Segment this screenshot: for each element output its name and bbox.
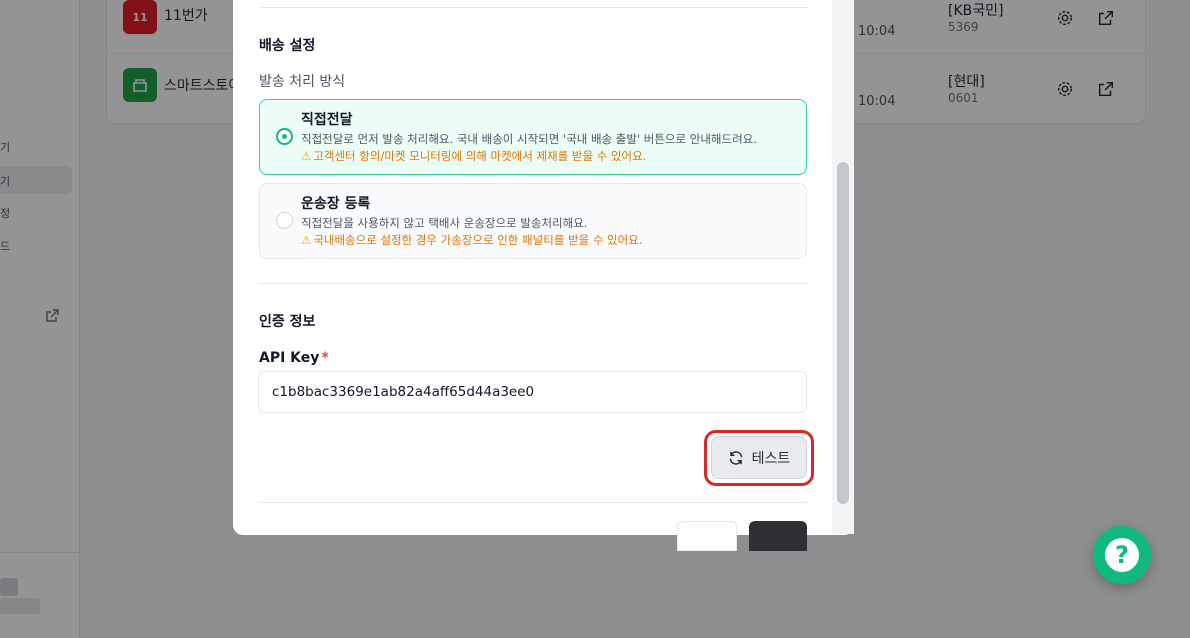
option-description: 직접전달을 사용하지 않고 택배사 운송장으로 발송처리해요. [301, 216, 588, 230]
option-description: 직접전달로 먼저 발송 처리해요. 국내 배송이 시작되면 '국내 배송 출발'… [301, 132, 757, 146]
auth-section-title: 인증 정보 [259, 314, 316, 330]
option-warning: ⚠ 고객센터 항의/마켓 모니터링에 의해 마켓에서 제재를 받을 수 있어요. [301, 148, 646, 164]
api-key-input[interactable] [258, 371, 807, 413]
section-divider [259, 7, 807, 8]
section-divider [259, 283, 807, 284]
refresh-icon [729, 450, 742, 465]
modal-bottom-edge [233, 535, 854, 638]
modal-scrollbar-thumb[interactable] [837, 162, 849, 504]
warning-text: 고객센터 항의/마켓 모니터링에 의해 마켓에서 제재를 받을 수 있어요. [313, 149, 647, 163]
api-key-label-text: API Key [259, 350, 320, 366]
warning-icon: ⚠ [301, 233, 312, 247]
warning-text: 국내배송으로 설정한 경우 가송장으로 인한 패널티를 받을 수 있어요. [313, 233, 643, 247]
api-key-label: API Key * [259, 350, 329, 366]
help-chat-button[interactable]: ? [1093, 526, 1151, 584]
test-button-label: 테스트 [751, 450, 791, 467]
option-warning: ⚠ 국내배송으로 설정한 경우 가송장으로 인한 패널티를 받을 수 있어요. [301, 232, 642, 248]
radio-waybill-register[interactable] [276, 212, 293, 229]
section-divider [259, 502, 807, 503]
question-icon: ? [1105, 538, 1139, 572]
option-direct-delivery[interactable]: 직접전달 직접전달로 먼저 발송 처리해요. 국내 배송이 시작되면 '국내 배… [259, 99, 807, 175]
warning-icon: ⚠ [301, 149, 312, 163]
shipping-method-label: 발송 처리 방식 [259, 74, 346, 90]
shipping-section-title: 배송 설정 [259, 38, 316, 54]
option-title: 운송장 등록 [301, 196, 371, 212]
option-title: 직접전달 [301, 112, 353, 128]
required-mark: * [321, 350, 329, 366]
test-button[interactable]: 테스트 [711, 436, 807, 479]
radio-direct-delivery[interactable] [276, 128, 293, 145]
option-waybill-register[interactable]: 운송장 등록 직접전달을 사용하지 않고 택배사 운송장으로 발송처리해요. ⚠… [259, 183, 807, 259]
